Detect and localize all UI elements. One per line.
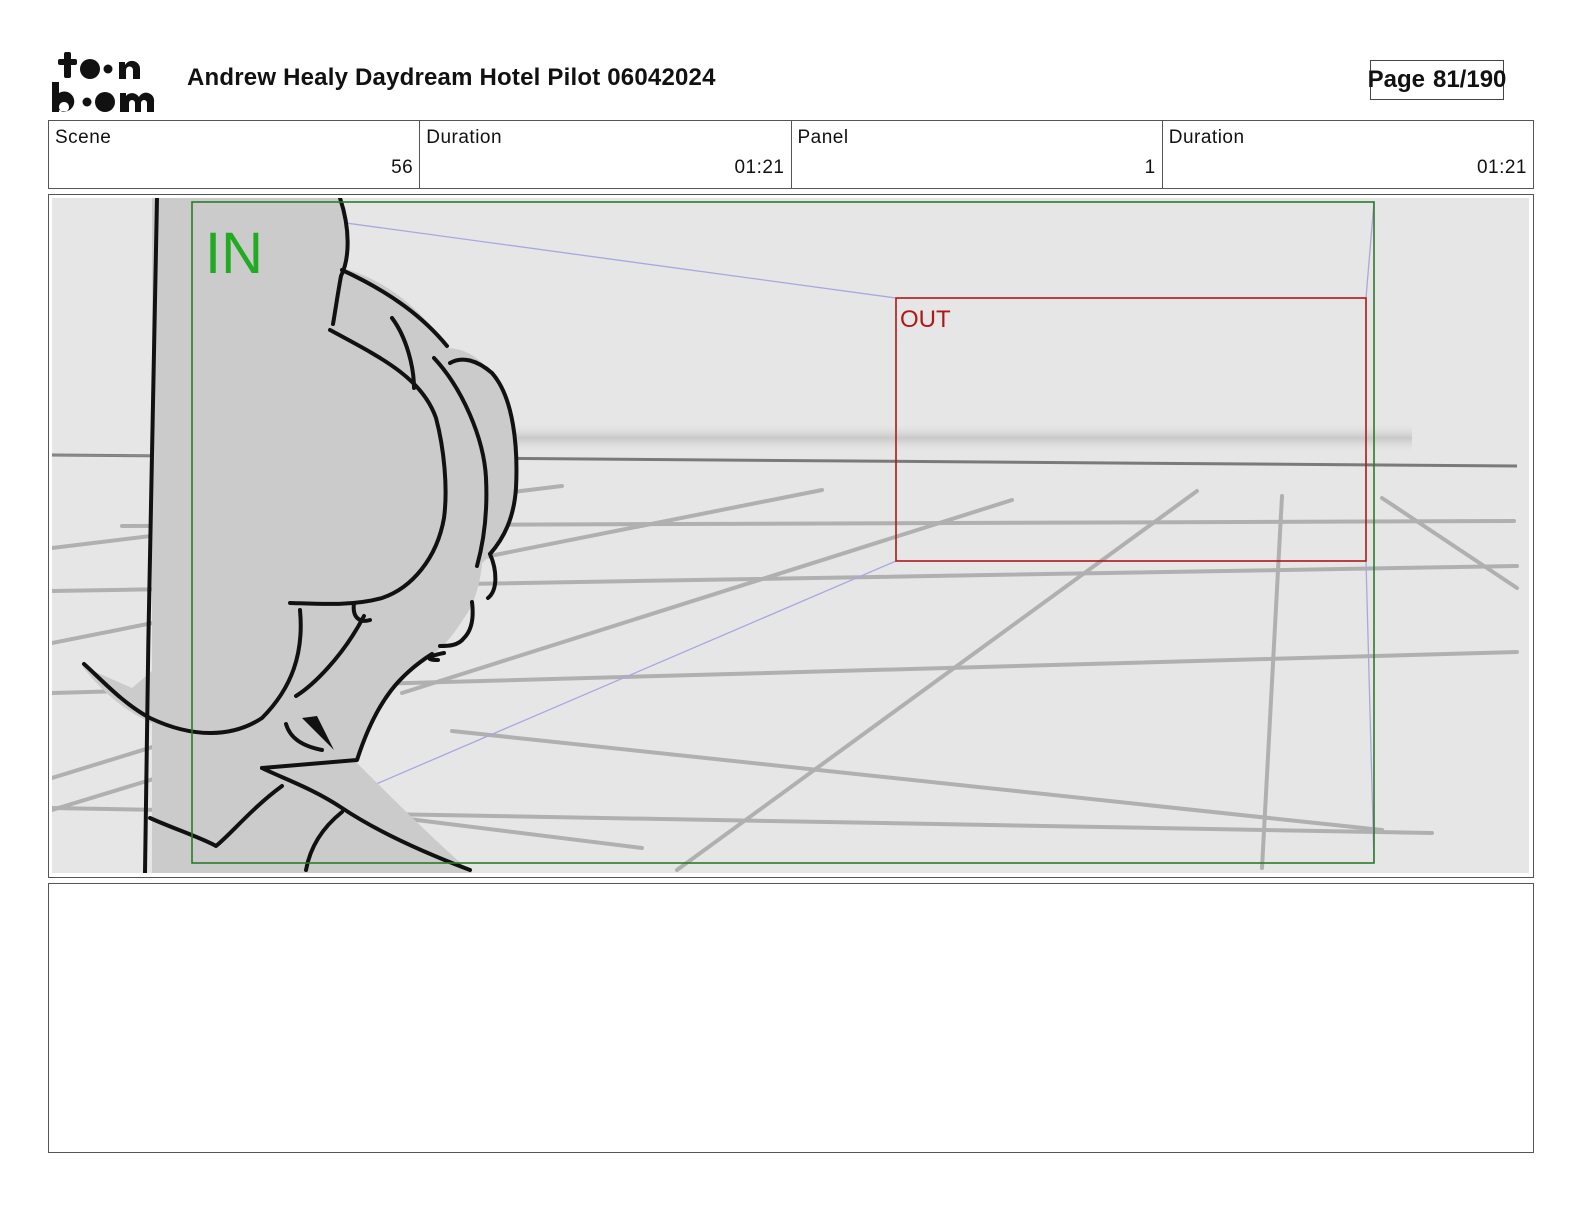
- scene-value: 56: [391, 157, 414, 178]
- scene-cell: Scene 56: [49, 121, 421, 188]
- panel-notes-box[interactable]: [48, 883, 1534, 1153]
- horizon-blur: [512, 423, 1412, 453]
- panel-duration-label: Duration: [1168, 127, 1245, 148]
- page-number: 81/190: [1432, 66, 1507, 93]
- scene-info-row: Scene 56 Duration 01:21 Panel 1 Duration…: [48, 120, 1534, 189]
- storyboard-panel: IN OUT: [48, 194, 1534, 878]
- document-title: Andrew Healy Daydream Hotel Pilot 060420…: [187, 64, 716, 91]
- panel-duration-cell: Duration 01:21: [1163, 121, 1533, 188]
- panel-cell: Panel 1: [792, 121, 1163, 188]
- toon-boom-logo: [52, 52, 155, 112]
- panel-label: Panel: [797, 127, 849, 148]
- scene-duration-cell: Duration 01:21: [420, 121, 792, 188]
- scene-duration-label: Duration: [426, 127, 503, 148]
- scene-label: Scene: [55, 127, 112, 148]
- out-label: OUT: [900, 306, 951, 333]
- scene-duration-value: 01:21: [734, 157, 785, 178]
- panel-drawing: IN OUT: [52, 198, 1529, 873]
- panel-duration-value: 01:21: [1476, 157, 1527, 178]
- horizon-line-left: [52, 454, 163, 457]
- page-label: Page: [1367, 66, 1425, 93]
- in-label: IN: [205, 221, 263, 286]
- page-indicator: Page 81/190: [1367, 60, 1507, 100]
- panel-value: 1: [1144, 157, 1156, 178]
